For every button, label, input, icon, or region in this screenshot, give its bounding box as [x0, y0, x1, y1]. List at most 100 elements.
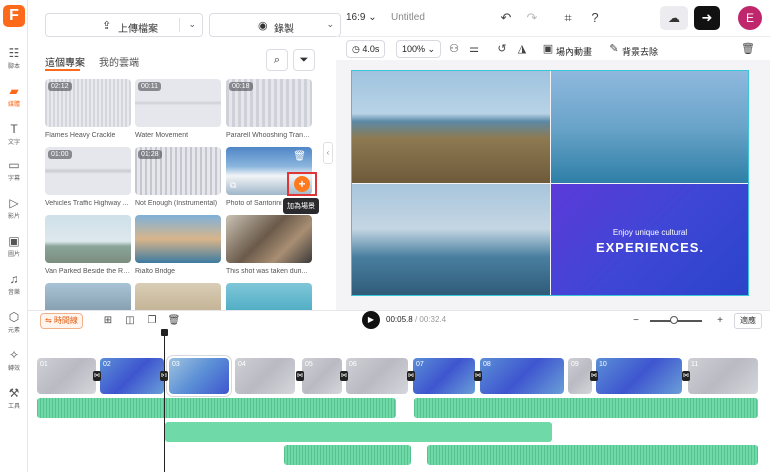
zoom-in-icon[interactable]: +: [712, 313, 728, 329]
audio-track[interactable]: [37, 398, 396, 418]
delete-icon[interactable]: 🗑: [740, 41, 756, 57]
tab-this-project[interactable]: 這個專案: [45, 54, 85, 69]
trash-icon[interactable]: 🗑: [166, 313, 182, 329]
canvas-photo-island[interactable]: [352, 184, 550, 295]
zoom-value: 100%: [402, 44, 426, 54]
timeline-clip[interactable]: 11: [688, 358, 758, 394]
add-clip-icon[interactable]: ⊞: [100, 313, 116, 329]
rail-item-music[interactable]: ♫ 音樂: [0, 270, 28, 304]
duplicate-icon[interactable]: ❐: [144, 313, 160, 329]
canvas-photo-hiker[interactable]: [352, 71, 550, 183]
tab-my-cloud[interactable]: 我的雲端: [99, 54, 139, 69]
chevron-down-icon[interactable]: ⌄: [188, 19, 196, 30]
timeline-clip[interactable]: 07: [413, 358, 475, 394]
timeline-clip[interactable]: 01: [37, 358, 96, 394]
timeline-mode-button[interactable]: ⇋ 時間線: [40, 313, 83, 329]
rail-item-subtitle[interactable]: ▭ 字幕: [0, 156, 28, 190]
zoom-out-icon[interactable]: −: [628, 313, 644, 329]
timeline-clip[interactable]: 02: [100, 358, 164, 394]
playhead[interactable]: [164, 330, 165, 472]
playhead-handle[interactable]: [161, 329, 168, 336]
upload-button[interactable]: ⇪ 上傳檔案 ⌄: [45, 13, 203, 37]
list-item[interactable]: [135, 283, 221, 310]
clip-number: 05: [305, 361, 313, 368]
transition-marker[interactable]: ⋈: [407, 371, 415, 381]
rail-item-transition[interactable]: ✧ 轉效: [0, 346, 28, 380]
split-icon[interactable]: ◫: [122, 313, 138, 329]
rail-item-script[interactable]: ☷ 腳本: [0, 44, 28, 78]
timeline-clip[interactable]: 06: [346, 358, 408, 394]
rail-item-elements[interactable]: ⬡ 元素: [0, 308, 28, 342]
time-display: 00:05.8 / 00:32.4: [386, 315, 446, 324]
transition-marker[interactable]: ⋈: [296, 371, 304, 381]
transition-marker[interactable]: ⋈: [340, 371, 348, 381]
elements-icon: ⬡: [8, 310, 20, 324]
trash-icon[interactable]: 🗑: [293, 151, 306, 162]
add-scene-button[interactable]: +: [294, 176, 310, 192]
timeline-clip[interactable]: 08: [480, 358, 564, 394]
clock-icon: ◷: [352, 44, 360, 54]
animation-button[interactable]: 場內動畫: [556, 45, 592, 58]
replace-icon[interactable]: ⧉: [230, 180, 236, 191]
filter-button[interactable]: ⏷: [293, 49, 315, 71]
record-button[interactable]: ◉ 錄製 ⌄: [209, 13, 341, 37]
avatar[interactable]: E: [738, 6, 762, 30]
timeline-clip[interactable]: 09: [568, 358, 592, 394]
undo-icon[interactable]: ↶: [496, 8, 516, 28]
rail-item-tools[interactable]: ⚒ 工具: [0, 384, 28, 418]
record-icon: ◉: [258, 20, 268, 32]
rail-label: 文字: [7, 140, 20, 146]
aspect-ratio-select[interactable]: 16:9 ⌄: [346, 12, 377, 23]
rail-item-image[interactable]: ▣ 圖片: [0, 232, 28, 266]
canvas-title-card[interactable]: Enjoy unique cultural EXPERIENCES.: [551, 184, 748, 295]
audio-track[interactable]: [165, 422, 552, 442]
audio-thumbnail: 01:00: [45, 147, 131, 195]
audio-track[interactable]: [427, 445, 758, 465]
timeline-clip[interactable]: 10: [596, 358, 682, 394]
cloud-save-button[interactable]: ☁: [660, 6, 688, 30]
canvas-photo-coast-road[interactable]: [551, 71, 748, 183]
duration-button[interactable]: ◷ 4.0s: [346, 40, 386, 58]
rail-label: 轉效: [7, 366, 20, 372]
rail-item-text[interactable]: T 文字: [0, 120, 28, 154]
collapse-panel-button[interactable]: ‹: [323, 142, 333, 164]
audio-track[interactable]: [414, 398, 758, 418]
play-icon: ▶: [367, 315, 375, 324]
animation-icon: ▣: [542, 43, 554, 55]
clip-number: 02: [103, 361, 111, 368]
zoom-slider-handle[interactable]: [670, 316, 678, 324]
list-item[interactable]: [45, 283, 131, 310]
clip-number: 11: [691, 361, 699, 368]
list-item[interactable]: [226, 283, 312, 310]
transition-marker[interactable]: ⋈: [590, 371, 598, 381]
redo-icon[interactable]: ↷: [522, 8, 542, 28]
screen-capture-icon[interactable]: ⌗: [558, 8, 578, 28]
audio-track[interactable]: [284, 445, 411, 465]
rotate-icon[interactable]: ↺: [494, 41, 510, 57]
play-button[interactable]: ▶: [362, 311, 380, 329]
transition-marker[interactable]: ⋈: [682, 371, 690, 381]
adjust-icon[interactable]: ⚌: [466, 41, 482, 57]
transition-marker[interactable]: ⋈: [474, 371, 482, 381]
zoom-select[interactable]: 100% ⌄: [396, 40, 442, 58]
upload-icon: ⇪: [102, 20, 112, 32]
flip-icon[interactable]: ◮: [514, 41, 530, 57]
rail-item-media[interactable]: ▰ 媒體: [0, 82, 28, 116]
timeline-clip[interactable]: 04: [235, 358, 295, 394]
search-button[interactable]: ⌕: [266, 49, 288, 71]
rail-item-video[interactable]: ▷ 影片: [0, 194, 28, 228]
preview-canvas[interactable]: Enjoy unique cultural EXPERIENCES.: [351, 70, 749, 296]
transition-marker[interactable]: ⋈: [93, 371, 101, 381]
color-icon[interactable]: ⚇: [446, 41, 462, 57]
chevron-down-icon[interactable]: ⌄: [326, 19, 334, 30]
headline-small: Enjoy unique cultural: [612, 228, 688, 237]
export-button[interactable]: ➜: [694, 6, 720, 30]
timeline-clip-selected[interactable]: 03: [167, 356, 231, 396]
remove-bg-button[interactable]: 背景去除: [622, 45, 658, 58]
clip-number: 04: [238, 361, 246, 368]
help-icon[interactable]: ?: [585, 8, 605, 28]
timeline-clip[interactable]: 05: [302, 358, 342, 394]
fit-button[interactable]: 適應: [734, 313, 762, 329]
project-title[interactable]: Untitled: [391, 12, 425, 23]
add-scene-tooltip: 加為場景: [283, 198, 319, 214]
